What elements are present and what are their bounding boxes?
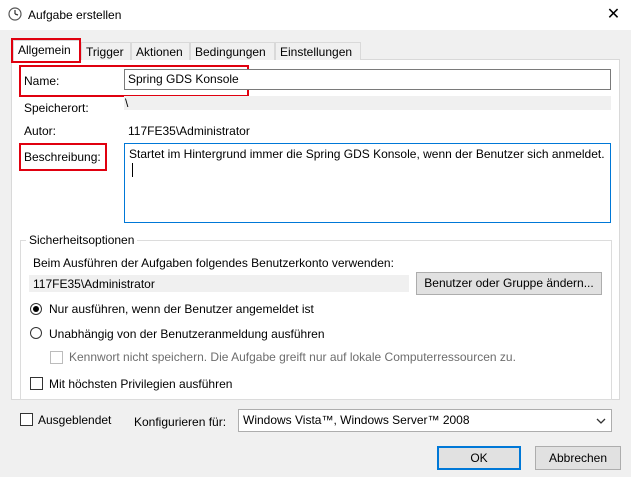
description-textarea[interactable]: Startet im Hintergrund immer die Spring … <box>124 143 611 223</box>
location-field <box>124 96 611 110</box>
tab-einstellungen[interactable]: Einstellungen <box>275 42 361 60</box>
tab-aktionen[interactable]: Aktionen <box>131 42 190 60</box>
radio-independent-label: Unabhängig von der Benutzeranmeldung aus… <box>49 327 325 341</box>
highlight-tab-allgemein <box>11 38 81 63</box>
location-value: \ <box>125 96 129 110</box>
no-password-label: Kennwort nicht speichern. Die Aufgabe gr… <box>69 350 516 364</box>
radio-independent[interactable] <box>30 327 42 339</box>
author-label: Autor: <box>24 124 57 138</box>
configure-select[interactable]: Windows Vista™, Windows Server™ 2008 <box>238 409 612 432</box>
radio-logged-on-label: Nur ausführen, wenn der Benutzer angemel… <box>49 302 314 316</box>
clock-icon <box>8 7 22 21</box>
close-button[interactable]: ✕ <box>596 0 631 30</box>
security-group-label: Sicherheitsoptionen <box>26 233 138 247</box>
location-label: Speicherort: <box>24 101 89 115</box>
cancel-button[interactable]: Abbrechen <box>535 446 621 470</box>
no-password-checkbox[interactable] <box>50 351 63 364</box>
description-value: Startet im Hintergrund immer die Spring … <box>129 147 605 161</box>
account-prompt: Beim Ausführen der Aufgaben folgendes Be… <box>33 256 394 270</box>
tab-bedingungen[interactable]: Bedingungen <box>190 42 275 60</box>
hidden-checkbox[interactable] <box>20 413 33 426</box>
hidden-label: Ausgeblendet <box>38 413 112 427</box>
name-input[interactable]: Spring GDS Konsole <box>124 69 611 90</box>
configure-label: Konfigurieren für: <box>134 415 227 429</box>
window-title: Aufgabe erstellen <box>28 8 122 22</box>
text-caret <box>132 162 133 177</box>
configure-value: Windows Vista™, Windows Server™ 2008 <box>243 413 470 427</box>
name-input-value: Spring GDS Konsole <box>128 72 239 86</box>
change-user-button[interactable]: Benutzer oder Gruppe ändern... <box>416 272 602 295</box>
author-value: 117FE35\Administrator <box>128 124 250 138</box>
account-value: 117FE35\Administrator <box>33 277 155 291</box>
chevron-down-icon <box>596 418 606 424</box>
tab-trigger[interactable]: Trigger <box>81 42 131 60</box>
ok-button[interactable]: OK <box>437 446 521 470</box>
radio-logged-on[interactable] <box>30 303 42 315</box>
highest-privileges-checkbox[interactable] <box>30 377 43 390</box>
highest-privileges-label: Mit höchsten Privilegien ausführen <box>49 377 233 391</box>
highlight-description <box>19 143 107 171</box>
